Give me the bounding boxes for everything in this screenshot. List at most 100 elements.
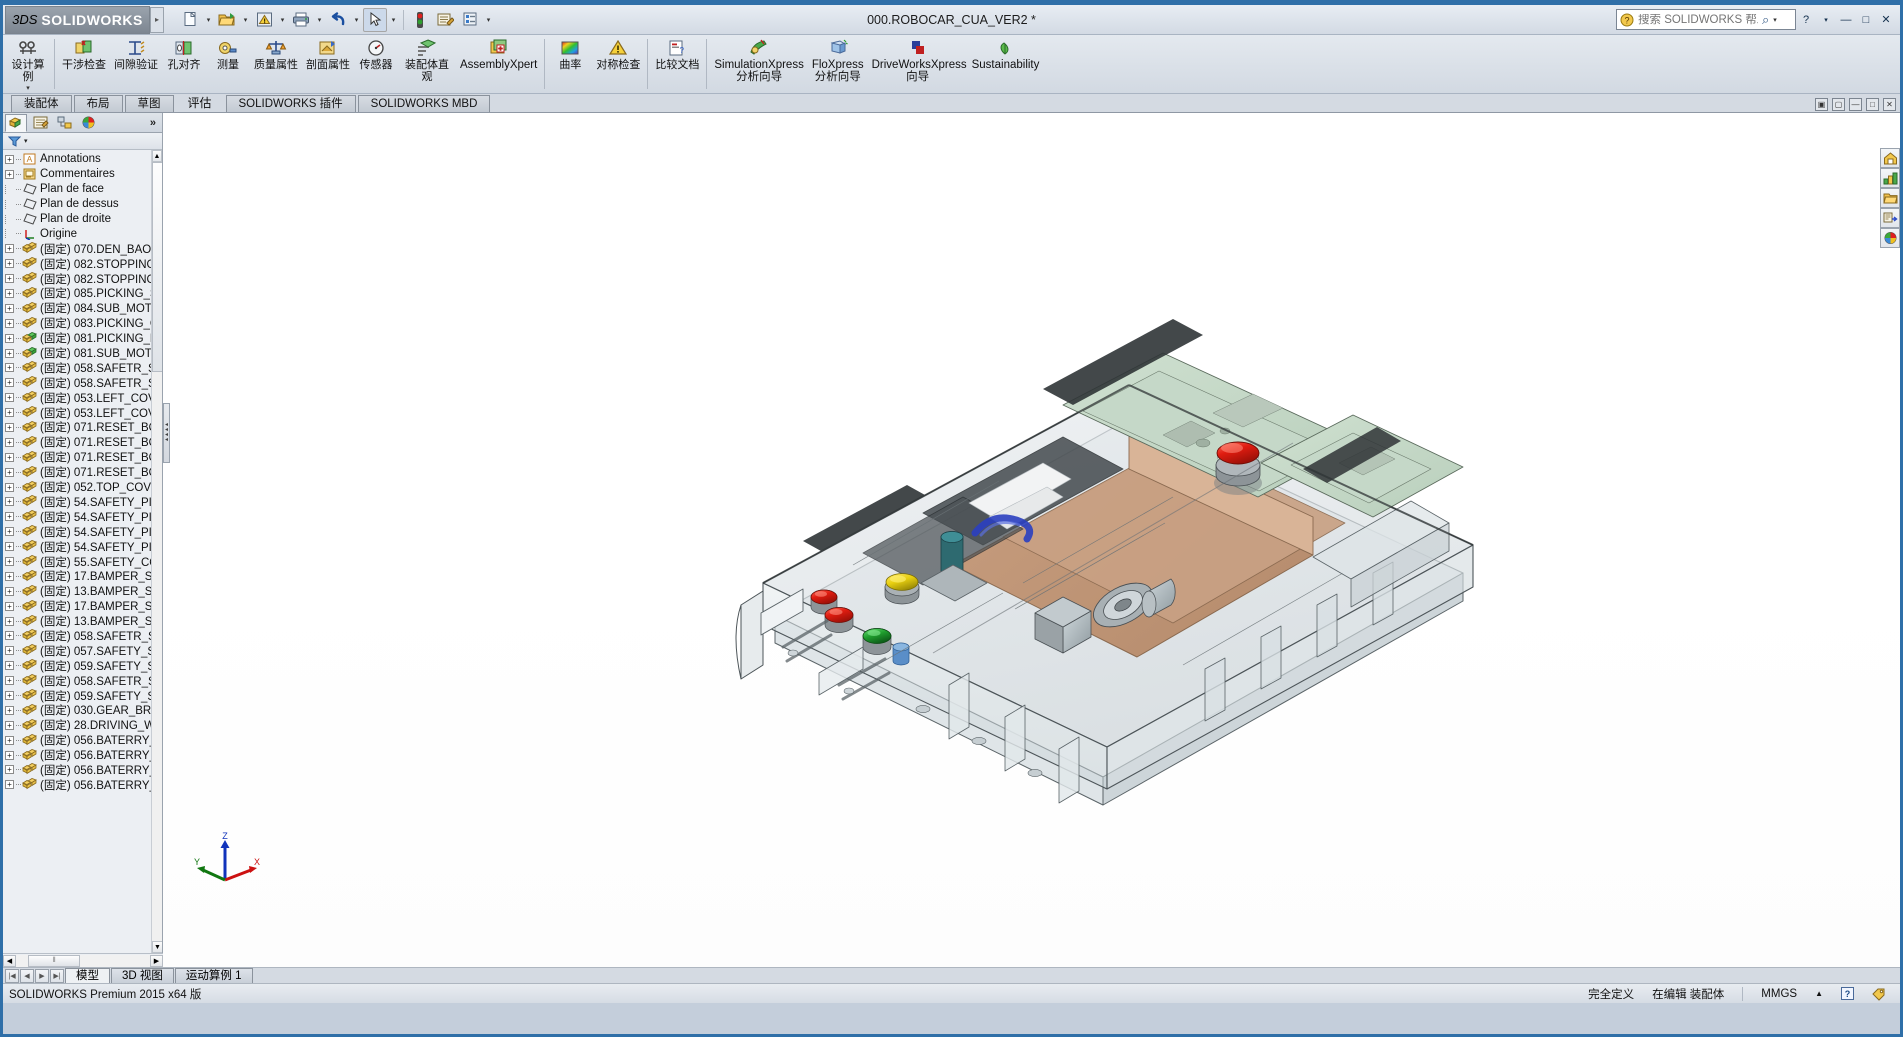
tree-expand-toggle[interactable]: + — [5, 646, 14, 656]
graphics-viewport[interactable]: Z X Y — [163, 113, 1900, 967]
tree-item[interactable]: + (固定) 053.LEFT_COVER — [3, 390, 162, 405]
tree-item[interactable]: + (固定) 030.GEAR_BRUSI — [3, 703, 162, 718]
tab-solidworks-mbd[interactable]: SOLIDWORKS MBD — [357, 95, 491, 112]
tree-item[interactable]: + A Annotations — [3, 152, 162, 167]
ribbon-section-properties-button[interactable]: 剖面属性 — [302, 35, 354, 93]
design-library-icon[interactable] — [1880, 208, 1900, 228]
tree-item[interactable]: + (固定) 058.SAFETR_SEN — [3, 375, 162, 390]
tree-item[interactable]: + (固定) 070.DEN_BAO<1 — [3, 241, 162, 256]
tree-item[interactable]: + (固定) 058.SAFETR_SEN — [3, 629, 162, 644]
tree-expand-toggle[interactable]: + — [5, 780, 14, 790]
minimize-button[interactable]: — — [1836, 10, 1856, 30]
ribbon-symmetry-check-button[interactable]: 对称检查 — [592, 35, 644, 93]
feature-manager-tab[interactable] — [5, 113, 27, 132]
tree-expand-toggle[interactable]: + — [5, 542, 14, 552]
hscroll-track[interactable]: ⦀ — [16, 954, 150, 967]
help-menu-caret[interactable]: ▾ — [1816, 10, 1836, 30]
ribbon-assembly-visualization-button[interactable]: 装配体直观 — [398, 35, 456, 93]
tree-item[interactable]: + Commentaires — [3, 167, 162, 182]
tree-item[interactable]: + (固定) 056.BATERRY_CC — [3, 733, 162, 748]
tree-item[interactable]: + (固定) 057.SAFETY_SEN — [3, 643, 162, 658]
tree-item[interactable]: + (固定) 071.RESET_BOTT — [3, 465, 162, 480]
tree-expand-toggle[interactable]: + — [5, 705, 14, 715]
tree-expand-toggle[interactable]: + — [5, 616, 14, 626]
tree-expand-toggle[interactable]: + — [5, 259, 14, 269]
tree-expand-toggle[interactable]: + — [5, 527, 14, 537]
tree-expand-toggle[interactable]: + — [5, 393, 14, 403]
tree-item[interactable]: + (固定) 13.BAMPER_SPR — [3, 614, 162, 629]
tab-sketch[interactable]: 草图 — [124, 95, 174, 112]
tree-item[interactable]: Plan de droite — [3, 212, 162, 227]
tree-expand-toggle[interactable]: + — [5, 586, 14, 596]
undo-button[interactable] — [326, 8, 350, 32]
tree-item[interactable]: + (固定) 17.BAMPER_SPR — [3, 569, 162, 584]
tree-expand-toggle[interactable]: + — [5, 571, 14, 581]
help-search-input[interactable] — [1638, 13, 1758, 26]
tree-expand-toggle[interactable]: + — [5, 318, 14, 328]
ribbon-simulation-xpress-button[interactable]: SimulationXpress 分析向导 — [710, 35, 807, 93]
tree-item[interactable]: + (固定) 54.SAFETY_PIN< — [3, 509, 162, 524]
open-document-caret[interactable]: ▾ — [240, 8, 251, 32]
tree-expand-toggle[interactable]: + — [5, 750, 14, 760]
tree-expand-toggle[interactable]: + — [5, 631, 14, 641]
tree-expand-toggle[interactable]: + — [5, 154, 14, 164]
tree-item[interactable]: + (固定) 071.RESET_BOTT — [3, 450, 162, 465]
nav-first-button[interactable]: |◀ — [5, 968, 19, 983]
appearances-sphere-icon[interactable] — [1880, 228, 1900, 248]
help-menu-icon[interactable]: ? — [1796, 10, 1816, 30]
tree-expand-toggle[interactable]: + — [5, 452, 14, 462]
tree-item[interactable]: + (固定) 55.SAFETY_COVE — [3, 554, 162, 569]
menu-expand-arrow[interactable]: ▸ — [150, 6, 164, 33]
tree-item[interactable]: + (固定) 058.SAFETR_SEN — [3, 360, 162, 375]
nav-last-button[interactable]: ▶| — [50, 968, 64, 983]
feature-tree-hscrollbar[interactable]: ◀ ⦀ ▶ — [3, 953, 163, 967]
tree-item[interactable]: + (固定) 54.SAFETY_PIN< — [3, 494, 162, 509]
tree-item[interactable]: + (固定) 085.PICKING_SE — [3, 286, 162, 301]
hscroll-thumb[interactable]: ⦀ — [28, 954, 80, 967]
tree-expand-toggle[interactable]: + — [5, 482, 14, 492]
help-search-box[interactable]: ? ⌕ ▾ — [1616, 9, 1796, 30]
tree-expand-toggle[interactable]: + — [5, 348, 14, 358]
ribbon-compare-documents-button[interactable]: ? 比较文档 — [651, 35, 703, 93]
tree-item[interactable]: + (固定) 082.STOPPING_S — [3, 256, 162, 271]
new-document-caret[interactable]: ▾ — [203, 8, 214, 32]
tile-windows-button[interactable]: ▣ — [1815, 98, 1828, 111]
tree-expand-toggle[interactable]: + — [5, 437, 14, 447]
tree-expand-toggle[interactable]: + — [5, 303, 14, 313]
ribbon-mass-properties-button[interactable]: 质量属性 — [250, 35, 302, 93]
tree-item[interactable]: + (固定) 056.BATERRY_CC — [3, 748, 162, 763]
tab-solidworks-addins[interactable]: SOLIDWORKS 插件 — [225, 95, 356, 112]
select-tool-caret[interactable]: ▾ — [388, 8, 399, 32]
display-manager-tab[interactable] — [77, 114, 99, 132]
tree-expand-toggle[interactable]: + — [5, 556, 14, 566]
doc-tab-model[interactable]: 模型 — [65, 968, 110, 983]
minimize-doc-button[interactable]: — — [1849, 98, 1862, 111]
tree-item[interactable]: + (固定) 071.RESET_BOTT — [3, 435, 162, 450]
rebuild-caret[interactable]: ▾ — [277, 8, 288, 32]
search-magnifier-icon[interactable]: ⌕ — [1762, 12, 1769, 28]
tree-item[interactable]: + (固定) 13.BAMPER_SPR — [3, 584, 162, 599]
display-list-caret[interactable]: ▾ — [483, 8, 494, 32]
tree-item[interactable]: + (固定) 056.BATERRY_CC — [3, 777, 162, 792]
close-doc-button[interactable]: ✕ — [1883, 98, 1896, 111]
scroll-up-arrow[interactable]: ▲ — [152, 150, 162, 162]
open-folder-icon[interactable] — [1880, 188, 1900, 208]
restore-view-button[interactable]: ▢ — [1832, 98, 1845, 111]
tree-expand-toggle[interactable]: + — [5, 735, 14, 745]
tree-expand-toggle[interactable]: + — [5, 363, 14, 373]
ribbon-design-study-button[interactable]: 设计算 例 ▾ — [5, 35, 51, 93]
ribbon-measure-button[interactable]: 测量 — [206, 35, 250, 93]
tree-item[interactable]: + (固定) 54.SAFETY_PIN< — [3, 524, 162, 539]
robocar-3d-model[interactable] — [163, 113, 1900, 967]
tree-item[interactable]: + (固定) 082.STOPPING_S — [3, 271, 162, 286]
tree-item[interactable]: Plan de face — [3, 182, 162, 197]
options-button[interactable] — [433, 8, 457, 32]
tree-expand-toggle[interactable]: + — [5, 497, 14, 507]
tree-expand-toggle[interactable]: + — [5, 244, 14, 254]
tree-item[interactable]: + (固定) 081.SUB_MOTOR — [3, 346, 162, 361]
tree-item[interactable]: + (固定) 059.SAFETY_SEN — [3, 688, 162, 703]
display-list-button[interactable] — [458, 8, 482, 32]
undo-caret[interactable]: ▾ — [351, 8, 362, 32]
scroll-down-arrow[interactable]: ▼ — [152, 941, 162, 953]
tree-item[interactable]: + (固定) 059.SAFETY_SEN — [3, 658, 162, 673]
